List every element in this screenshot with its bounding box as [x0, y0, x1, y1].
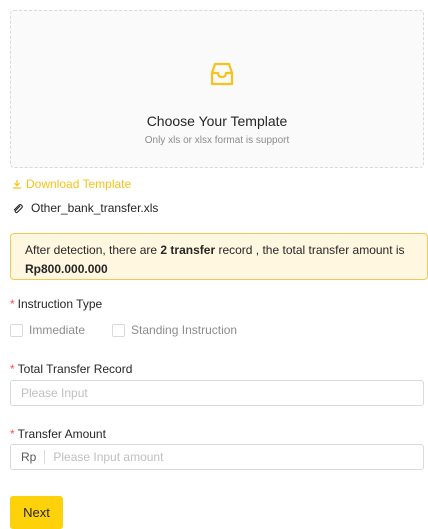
total-transfer-record-placeholder: Please Input — [21, 386, 88, 400]
transfer-amount-label-text: Transfer Amount — [17, 427, 106, 441]
detection-text-before: After detection, there are — [25, 243, 161, 257]
instruction-type-label-text: Instruction Type — [17, 297, 103, 311]
detection-text-middle: record , the total transfer amount is — [215, 243, 405, 257]
checkbox-box[interactable] — [112, 323, 126, 337]
transfer-amount-label: * Transfer Amount — [10, 427, 106, 441]
total-transfer-record-label: * Total Transfer Record — [10, 362, 132, 376]
upload-title: Choose Your Template — [146, 113, 288, 129]
required-mark: * — [10, 297, 15, 311]
total-transfer-record-label-text: Total Transfer Record — [17, 362, 133, 376]
checkbox-immediate[interactable]: Immediate — [10, 323, 85, 337]
transfer-amount-placeholder: Please Input amount — [53, 450, 164, 464]
instruction-type-label: * Instruction Type — [10, 297, 102, 311]
next-button[interactable]: Next — [10, 496, 63, 529]
checkbox-box[interactable] — [10, 323, 23, 337]
instruction-type-group: Immediate Standing Instruction — [10, 323, 264, 337]
paperclip-icon — [13, 203, 23, 213]
download-icon — [13, 180, 21, 189]
required-mark: * — [10, 362, 15, 376]
detection-record-count: 2 transfer — [160, 243, 216, 257]
currency-prefix: Rp — [21, 450, 46, 464]
download-template-link[interactable]: Download Template — [12, 177, 131, 191]
uploaded-file-name: Other_bank_transfer.xls — [31, 201, 159, 215]
template-upload-dropzone[interactable]: Choose Your Template Only xls or xlsx fo… — [10, 10, 424, 168]
detection-result-banner: After detection, there are 2 transfer re… — [10, 233, 428, 280]
detection-total-amount: Rp800.000.000 — [25, 262, 108, 276]
checkbox-immediate-label: Immediate — [29, 323, 86, 337]
total-transfer-record-input[interactable]: Please Input — [10, 380, 424, 406]
checkbox-standing-instruction-label: Standing Instruction — [131, 323, 238, 337]
inbox-icon — [210, 62, 234, 86]
uploaded-file-item[interactable]: Other_bank_transfer.xls — [12, 201, 158, 215]
upload-format-hint: Only xls or xlsx format is support — [144, 135, 290, 146]
checkbox-standing-instruction[interactable]: Standing Instruction — [112, 323, 237, 337]
download-template-label: Download Template — [26, 177, 132, 191]
required-mark: * — [10, 427, 15, 441]
transfer-amount-input[interactable]: Rp Please Input amount — [10, 444, 424, 470]
